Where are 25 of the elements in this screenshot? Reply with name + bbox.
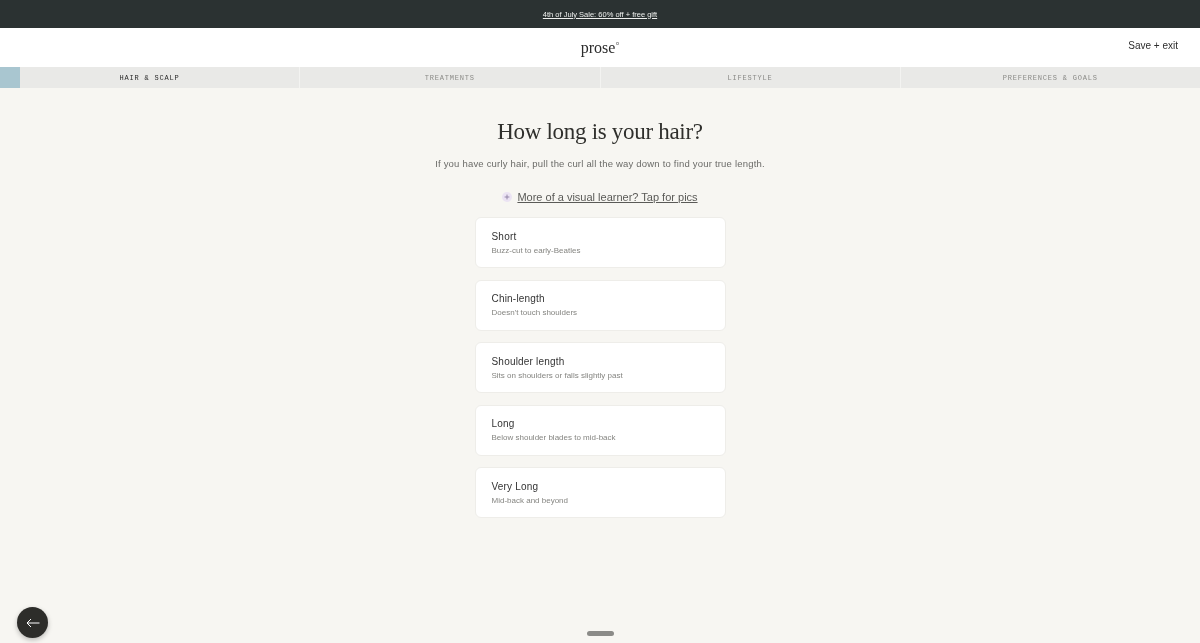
option-description: Doesn't touch shoulders: [491, 308, 578, 317]
option-description: Sits on shoulders or falls slightly past: [491, 370, 623, 380]
plus-icon: [502, 192, 513, 202]
back-button[interactable]: [17, 607, 48, 638]
save-exit-button[interactable]: Save + exit: [1128, 40, 1178, 51]
option-title: Short: [491, 230, 517, 242]
option-title: Very Long: [491, 480, 539, 492]
option-description: Mid-back and beyond: [491, 495, 568, 505]
answer-option[interactable]: Shoulder length Sits on shoulders or falls slightly past: [474, 342, 726, 393]
question-title: How long is your hair?: [497, 118, 703, 146]
prose-logo[interactable]: prose: [580, 39, 616, 56]
left-arrow-icon: [25, 617, 40, 628]
visual-learner-link[interactable]: More of a visual learner? Tap for pics: [517, 189, 698, 205]
answer-option[interactable]: Long Below shoulder blades to mid-back: [474, 404, 726, 456]
option-description: Below shoulder blades to mid-back: [491, 433, 616, 442]
circle-mark-icon: [616, 41, 620, 45]
option-title: Shoulder length: [491, 355, 565, 367]
option-description: Buzz-cut to early-Beatles: [491, 245, 581, 255]
answer-option[interactable]: Chin-length Doesn't touch shoulders: [474, 279, 726, 331]
answer-option[interactable]: Short Buzz-cut to early-Beatles: [474, 217, 726, 268]
answer-option[interactable]: Very Long Mid-back and beyond: [474, 467, 726, 518]
option-title: Long: [491, 418, 515, 429]
question-hint: If you have curly hair, pull the curl all the way down to find your true length.: [435, 157, 765, 171]
handle-bar-icon: [587, 631, 614, 636]
option-title: Chin-length: [491, 293, 545, 304]
